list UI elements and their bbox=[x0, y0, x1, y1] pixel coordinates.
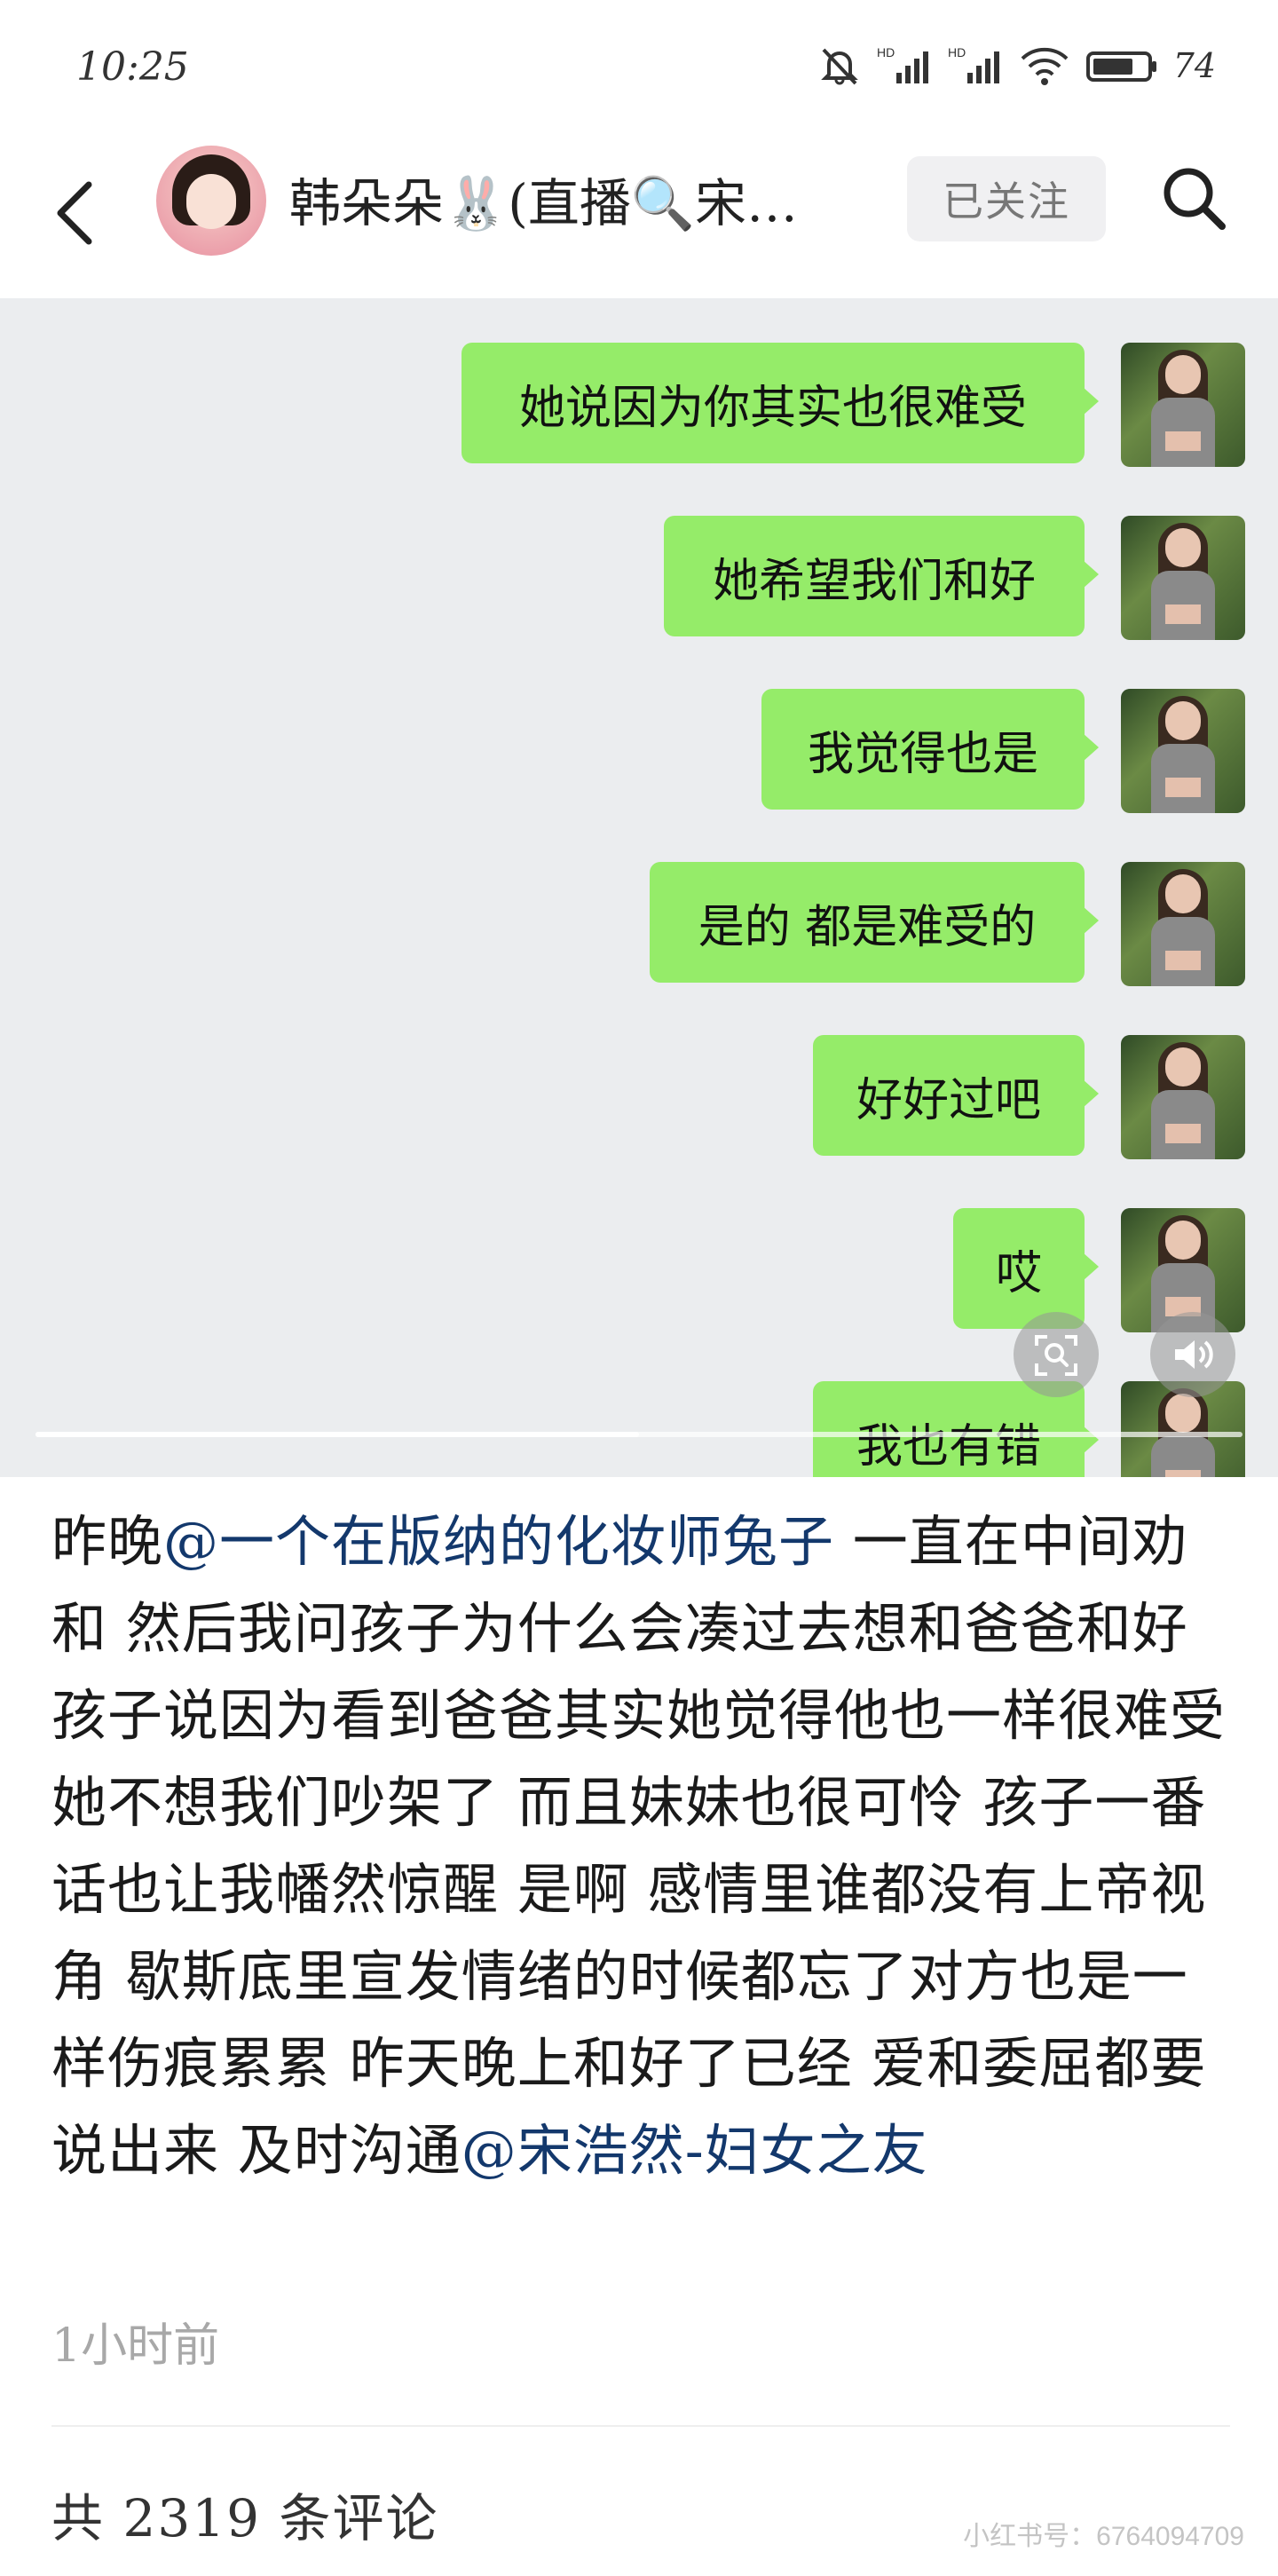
chat-bubble: 她说因为你其实也很难受 bbox=[462, 343, 1099, 463]
media-progress-fill bbox=[36, 1432, 639, 1437]
bell-off-icon bbox=[820, 48, 858, 85]
watermark: 小红书号：6764094709 bbox=[963, 2522, 1244, 2551]
avatar[interactable] bbox=[156, 146, 266, 256]
signal-icon: HD bbox=[877, 45, 928, 83]
signal-icon: HD bbox=[948, 45, 999, 83]
comment-count: 共 2319 条评论 bbox=[51, 2488, 439, 2548]
back-arrow-icon bbox=[57, 181, 92, 245]
status-icons: HD HD 74 bbox=[816, 41, 1216, 91]
post-text: 一直在中间劝和 然后我问孩子为什么会凑过去想和爸爸和好 孩子说因为看到爸爸其实她… bbox=[51, 1509, 1227, 2183]
header: 韩朵朵🐰(直播🔍宋… 已关注 bbox=[0, 133, 1278, 298]
back-button[interactable] bbox=[53, 169, 115, 257]
search-icon bbox=[1164, 168, 1226, 230]
follow-button[interactable]: 已关注 bbox=[907, 156, 1106, 241]
chat-avatar bbox=[1121, 1035, 1245, 1159]
chat-bubble: 好好过吧 bbox=[813, 1035, 1099, 1156]
image-search-button[interactable] bbox=[1014, 1312, 1099, 1397]
mention-link[interactable]: @一个在版纳的化妆师兔子 bbox=[163, 1509, 834, 1574]
chat-avatar bbox=[1121, 862, 1245, 986]
chat-avatar bbox=[1121, 516, 1245, 640]
mention-link[interactable]: @宋浩然-妇女之友 bbox=[462, 2118, 928, 2183]
volume-icon bbox=[1175, 1340, 1213, 1369]
chat-bubble: 我觉得也是 bbox=[761, 689, 1099, 810]
svg-text:HD: HD bbox=[877, 45, 895, 59]
battery-level: 74 bbox=[1172, 46, 1216, 85]
chat-bubble: 她希望我们和好 bbox=[664, 516, 1099, 636]
svg-text:HD: HD bbox=[948, 45, 966, 59]
post-time: 1小时前 bbox=[51, 2319, 220, 2373]
wifi-icon bbox=[1021, 47, 1069, 85]
post-text: 昨晚 bbox=[51, 1509, 164, 1574]
status-time: 10:25 bbox=[76, 44, 189, 90]
author-name[interactable]: 韩朵朵🐰(直播🔍宋… bbox=[289, 162, 875, 236]
status-bar: 10:25 HD HD 74 bbox=[0, 0, 1278, 133]
post-description: 昨晚@一个在版纳的化妆师兔子 一直在中间劝和 然后我问孩子为什么会凑过去想和爸爸… bbox=[51, 1498, 1232, 2194]
image-search-icon bbox=[1035, 1335, 1077, 1376]
chat-avatar bbox=[1121, 689, 1245, 813]
battery-icon bbox=[1085, 51, 1156, 82]
chat-bubble: 是的 都是难受的 bbox=[650, 862, 1099, 983]
chat-avatar bbox=[1121, 343, 1245, 467]
search-button[interactable] bbox=[1154, 158, 1234, 238]
chat-bubble: 哎 bbox=[953, 1208, 1099, 1329]
volume-button[interactable] bbox=[1150, 1312, 1235, 1397]
divider bbox=[51, 2425, 1230, 2427]
media-progress[interactable] bbox=[36, 1432, 1242, 1437]
post-media[interactable]: 她说因为你其实也很难受 她希望我们和好 我觉得也是 是的 都是难受的 好好过吧 … bbox=[0, 298, 1278, 1477]
